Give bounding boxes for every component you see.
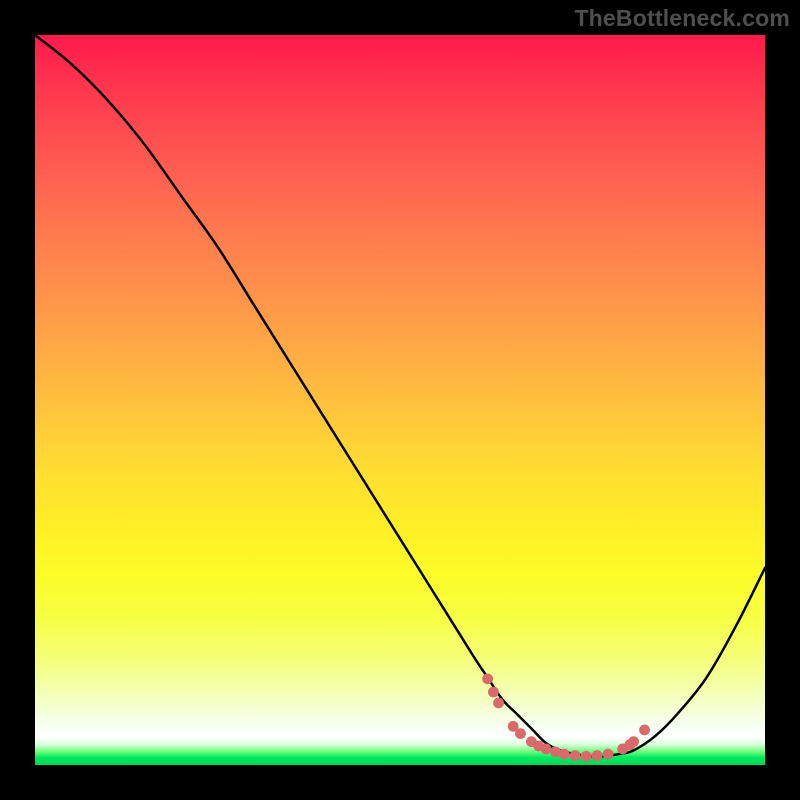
trough-marker — [559, 749, 570, 760]
trough-marker — [541, 744, 552, 755]
trough-marker — [592, 750, 603, 761]
trough-marker — [628, 736, 639, 747]
chart-container: TheBottleneck.com — [0, 0, 800, 800]
trough-marker — [603, 749, 614, 760]
trough-marker — [639, 725, 650, 736]
trough-markers — [482, 673, 650, 761]
bottleneck-curve — [35, 35, 765, 757]
trough-marker — [570, 750, 581, 761]
trough-marker — [488, 687, 499, 698]
curve-svg — [35, 35, 765, 765]
trough-marker — [515, 728, 526, 739]
trough-marker — [493, 698, 504, 709]
trough-marker — [482, 673, 493, 684]
watermark-text: TheBottleneck.com — [574, 5, 790, 32]
trough-marker — [581, 751, 592, 762]
plot-area — [35, 35, 765, 765]
